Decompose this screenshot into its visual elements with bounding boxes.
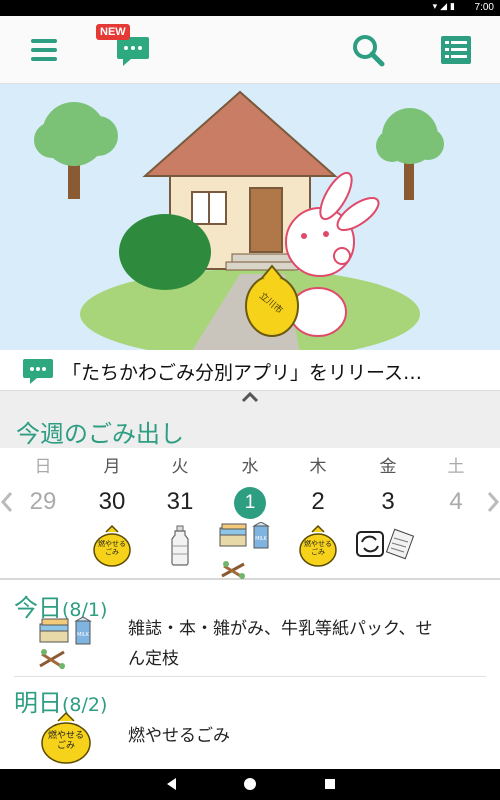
wed-icons: MILK bbox=[216, 521, 276, 586]
home-icon[interactable] bbox=[242, 776, 258, 792]
news-item[interactable]: 「たちかわごみ分別アプリ」をリリース… bbox=[0, 350, 500, 392]
dow-sun: 日 bbox=[34, 457, 52, 477]
svg-text:MILK: MILK bbox=[255, 536, 268, 542]
today-text-line2: ん定枝 bbox=[128, 649, 179, 669]
thu-icons: 燃やせる ごみ bbox=[288, 522, 348, 568]
bag-label-line1: 燃やせる bbox=[304, 540, 332, 548]
bag-label-line2: ごみ bbox=[105, 548, 119, 556]
dow-mon: 月 bbox=[103, 457, 121, 477]
house-illustration bbox=[0, 84, 500, 354]
svg-text:MILK: MILK bbox=[77, 632, 90, 638]
chevron-left-icon[interactable] bbox=[0, 490, 14, 514]
week-calendar: 日 月 火 水 木 金 土 29 30 31 1 2 3 4 燃やせる ごみ M… bbox=[0, 448, 500, 580]
new-badge: NEW bbox=[96, 24, 130, 40]
dow-tue: 火 bbox=[171, 457, 189, 477]
day-2[interactable]: 2 bbox=[288, 488, 348, 516]
burnable-bag-icon: 燃やせる ごみ bbox=[92, 524, 132, 568]
tomorrow-text: 燃やせるごみ bbox=[128, 726, 230, 746]
status-icons: ▾◢▮ bbox=[432, 2, 458, 12]
mon-icons: 燃やせる ごみ bbox=[82, 522, 142, 568]
day-31[interactable]: 31 bbox=[150, 488, 210, 516]
collapse-handle[interactable] bbox=[0, 390, 500, 406]
bag-label-line1: 燃やせる bbox=[47, 731, 84, 741]
dow-thu: 木 bbox=[309, 457, 327, 477]
day-1-today[interactable]: 1 bbox=[234, 487, 266, 519]
branches-icon bbox=[39, 649, 65, 670]
dow-wed: 水 bbox=[241, 457, 259, 477]
dow-sat: 土 bbox=[447, 457, 465, 477]
chat-icon bbox=[23, 359, 53, 384]
fri-icons bbox=[354, 522, 415, 570]
search-icon bbox=[353, 35, 385, 67]
week-header: 今週のごみ出し bbox=[0, 406, 500, 448]
today-text: 雑誌・本・雑がみ、牛乳等紙パック、せ ん定枝 bbox=[128, 614, 432, 674]
bag-label-line2: ごみ bbox=[311, 548, 325, 556]
news-text: 「たちかわごみ分別アプリ」をリリース… bbox=[62, 362, 423, 384]
chevron-right-icon[interactable] bbox=[486, 490, 500, 514]
burnable-bag-icon: 燃やせる ごみ bbox=[40, 711, 92, 765]
magazine-milk-carton-icon: MILK bbox=[219, 521, 270, 549]
status-time: 7:00 bbox=[474, 2, 494, 13]
day-30[interactable]: 30 bbox=[82, 488, 142, 516]
today-section: 今日(8/1) MILK 雑誌・本・雑がみ、牛乳等紙パック、せ ん定枝 bbox=[0, 582, 500, 676]
day-4[interactable]: 4 bbox=[426, 488, 486, 516]
list-icon bbox=[441, 36, 471, 64]
day-29[interactable]: 29 bbox=[13, 488, 73, 516]
recents-icon[interactable] bbox=[322, 776, 338, 792]
chevron-up-icon bbox=[241, 391, 259, 403]
bag-label-line2: ごみ bbox=[56, 741, 75, 751]
hero-banner[interactable]: 立川市 bbox=[0, 84, 500, 354]
menu-icon bbox=[31, 39, 57, 61]
burnable-bag-icon: 燃やせる ごみ bbox=[298, 524, 338, 568]
plastic-recycle-icon bbox=[356, 528, 415, 560]
tomorrow-section: 明日(8/2) 燃やせる ごみ 燃やせるごみ bbox=[0, 677, 500, 769]
today-text-line1: 雑誌・本・雑がみ、牛乳等紙パック、せ bbox=[128, 619, 433, 639]
pet-bottle-icon bbox=[171, 525, 189, 566]
dow-fri: 金 bbox=[379, 457, 397, 477]
bag-label-line1: 燃やせる bbox=[98, 540, 126, 548]
system-nav-bar bbox=[0, 769, 500, 800]
branches-icon bbox=[221, 561, 245, 580]
status-bar: ▾◢▮ 7:00 bbox=[0, 0, 500, 16]
menu-button[interactable] bbox=[24, 30, 64, 70]
day-3[interactable]: 3 bbox=[358, 488, 418, 516]
back-icon[interactable] bbox=[164, 776, 180, 792]
app-bar: NEW bbox=[0, 16, 500, 84]
list-button[interactable] bbox=[436, 30, 476, 70]
magazine-milk-carton-icon: MILK bbox=[39, 616, 92, 645]
week-title: 今週のごみ出し bbox=[16, 420, 184, 448]
search-button[interactable] bbox=[348, 30, 388, 70]
tue-icons bbox=[150, 522, 210, 572]
